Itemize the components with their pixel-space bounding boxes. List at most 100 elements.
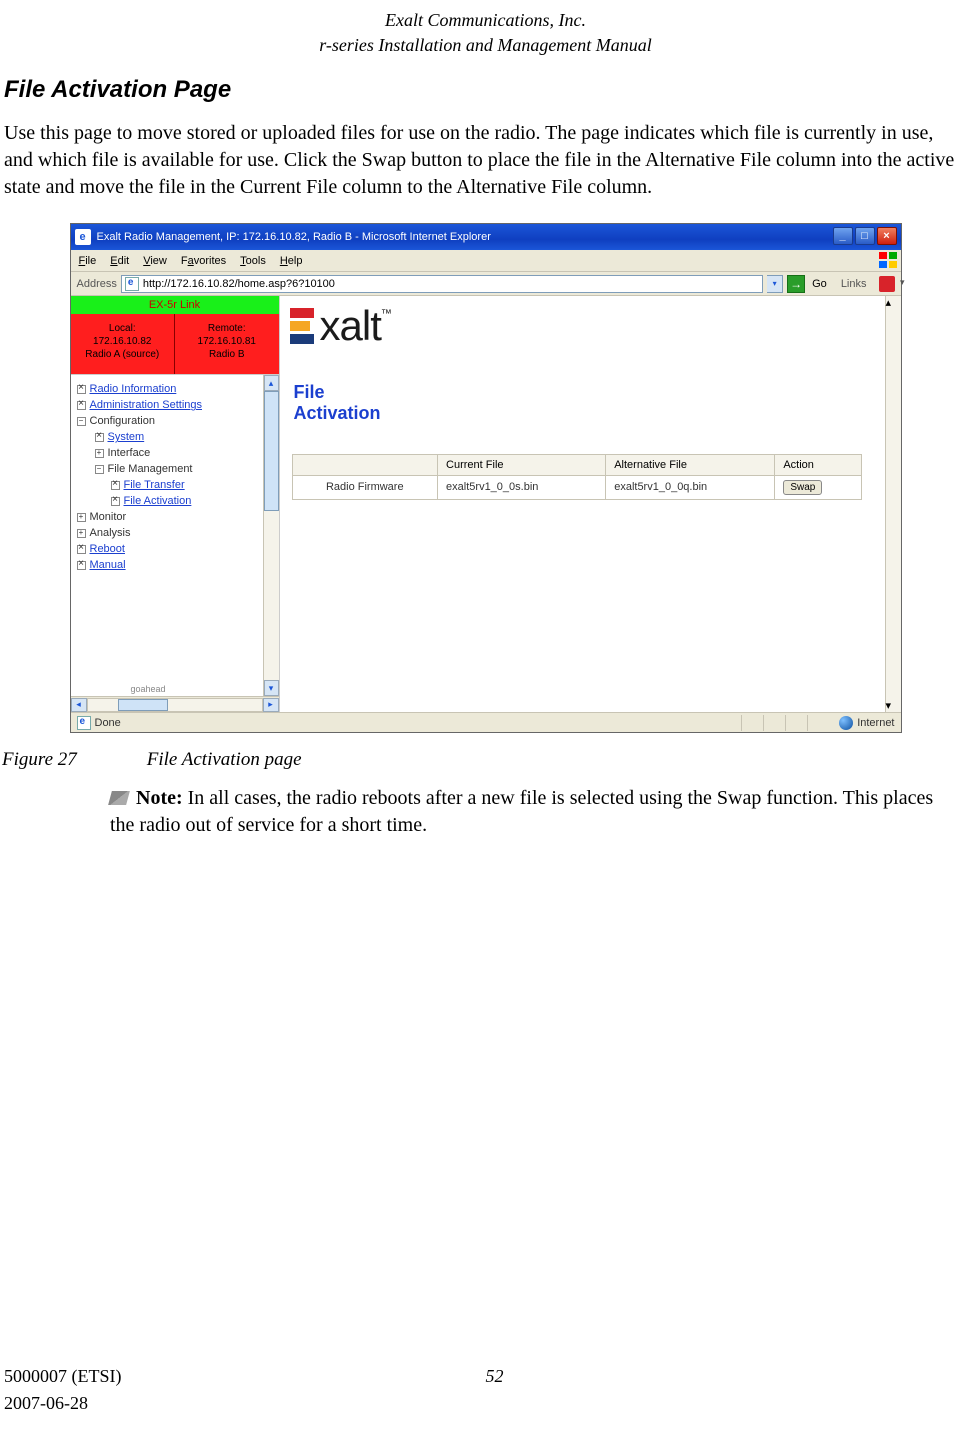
nav-manual[interactable]: Manual [77,557,263,573]
menu-file[interactable]: File [79,255,97,267]
logo-bar-blue [290,334,314,344]
box-icon [111,481,120,490]
address-label: Address [77,278,117,290]
logo-bar-red [290,308,314,318]
note-icon [108,791,130,805]
status-done: Done [95,717,121,729]
go-button[interactable]: → [787,275,805,293]
expand-icon[interactable] [77,529,86,538]
company-name: Exalt Communications, Inc. [0,8,971,33]
nav-admin-settings[interactable]: Administration Settings [77,397,263,413]
th-alternative: Alternative File [606,454,775,475]
page-title: File Activation [294,382,885,423]
maximize-button[interactable]: □ [855,227,875,245]
box-icon [95,433,104,442]
radio-local-role: Radio A (source) [71,348,175,361]
nav-monitor[interactable]: Monitor [77,509,263,525]
nav-reboot[interactable]: Reboot [77,541,263,557]
pdf-icon[interactable] [879,276,895,292]
scroll-down-icon[interactable]: ▾ [886,699,901,712]
row-label: Radio Firmware [292,475,438,499]
page-title-line1: File [294,382,885,403]
table-header-row: Current File Alternative File Action [292,454,861,475]
ie-icon: e [75,229,91,245]
status-cells [741,715,829,731]
menu-help[interactable]: Help [280,255,303,267]
swap-button[interactable]: Swap [783,480,822,495]
scroll-right-icon[interactable]: ▸ [263,698,279,712]
row-alternative: exalt5rv1_0_0q.bin [606,475,775,499]
figure-number: Figure 27 [2,749,142,771]
address-input[interactable]: http://172.16.10.82/home.asp?6?10100 [121,275,763,293]
nav-analysis[interactable]: Analysis [77,525,263,541]
file-table: Current File Alternative File Action Rad… [292,454,862,500]
menu-favorites[interactable]: Favorites [181,255,226,267]
scroll-up-icon[interactable]: ▴ [886,296,901,309]
nav-hscrollbar[interactable]: ◂ ▸ [71,696,279,712]
main-vscrollbar[interactable]: ▴ ▾ [885,296,901,712]
manual-name: r-series Installation and Management Man… [0,33,971,58]
scroll-down-icon[interactable]: ▾ [264,680,279,696]
nav-vscrollbar[interactable]: ▴ ▾ [263,375,279,696]
logo-bar-orange [290,321,310,331]
figure-caption-text: File Activation page [147,749,302,770]
th-action: Action [775,454,861,475]
box-icon [77,385,86,394]
box-icon [77,561,86,570]
globe-icon [839,716,853,730]
radio-remote-role: Radio B [175,348,279,361]
table-row: Radio Firmware exalt5rv1_0_0s.bin exalt5… [292,475,861,499]
box-icon [111,497,120,506]
menubar: File Edit View Favorites Tools Help [71,250,901,272]
page-footer: 5000007 (ETSI) 52 2007-06-28 [4,1366,967,1414]
expand-icon[interactable] [95,449,104,458]
address-dropdown-icon[interactable]: ▾ [767,275,783,293]
expand-icon[interactable] [77,513,86,522]
nav-system[interactable]: System [77,429,263,445]
collapse-icon[interactable] [77,417,86,426]
radio-remote-label: Remote: [175,322,279,335]
menu-view[interactable]: View [143,255,167,267]
exalt-logo: xalt™ [290,300,450,370]
close-button[interactable]: × [877,227,897,245]
windows-flag-icon [879,252,897,268]
th-current: Current File [438,454,606,475]
footer-docnum: 5000007 (ETSI) [4,1366,486,1387]
radio-local-ip: 172.16.10.82 [71,335,175,348]
nav-interface[interactable]: Interface [77,445,263,461]
collapse-icon[interactable] [95,465,104,474]
nav-configuration[interactable]: Configuration [77,413,263,429]
main-pane: xalt™ File Activation Current File Alter… [280,296,901,712]
nav-scroll-thumb[interactable] [264,391,279,511]
figure-screenshot: e Exalt Radio Management, IP: 172.16.10.… [70,223,902,733]
address-value: http://172.16.10.82/home.asp?6?10100 [143,278,335,290]
footer-date: 2007-06-28 [4,1393,967,1414]
links-label: Links [841,278,867,290]
go-label: Go [812,278,827,290]
minimize-button[interactable]: _ [833,227,853,245]
row-current: exalt5rv1_0_0s.bin [438,475,606,499]
page-title-line2: Activation [294,403,885,424]
nav-file-activation[interactable]: File Activation [77,493,263,509]
radio-local[interactable]: Local: 172.16.10.82 Radio A (source) [71,314,176,374]
doc-header: Exalt Communications, Inc. r-series Inst… [0,0,971,58]
statusbar: Done Internet [71,712,901,732]
scroll-left-icon[interactable]: ◂ [71,698,87,712]
radio-boxes: Local: 172.16.10.82 Radio A (source) Rem… [71,314,279,374]
nav-radio-info[interactable]: Radio Information [77,381,263,397]
nav-hscroll-thumb[interactable] [118,699,168,711]
box-icon [77,401,86,410]
page-icon [125,277,139,291]
nav-file-management[interactable]: File Management [77,461,263,477]
sidebar: EX-5r Link Local: 172.16.10.82 Radio A (… [71,296,280,712]
app-body: EX-5r Link Local: 172.16.10.82 Radio A (… [71,296,901,712]
nav-file-transfer[interactable]: File Transfer [77,477,263,493]
radio-local-label: Local: [71,322,175,335]
scroll-up-icon[interactable]: ▴ [264,375,279,391]
th-blank [292,454,438,475]
menu-tools[interactable]: Tools [240,255,266,267]
radio-remote[interactable]: Remote: 172.16.10.81 Radio B [175,314,279,374]
logo-text: xalt [320,302,381,349]
menu-edit[interactable]: Edit [110,255,129,267]
window-title: Exalt Radio Management, IP: 172.16.10.82… [97,231,491,243]
